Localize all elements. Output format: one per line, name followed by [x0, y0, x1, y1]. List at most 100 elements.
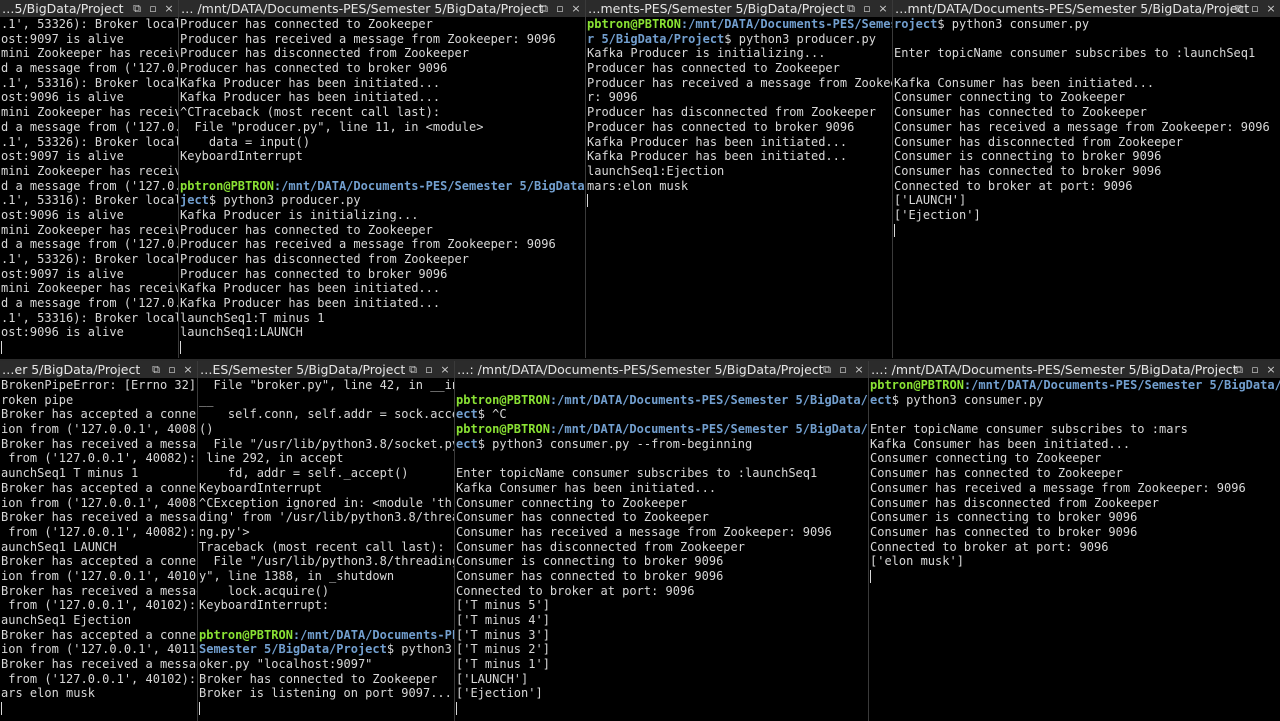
terminal-line: Semester 5/BigData/Project$ python3 br — [199, 642, 454, 657]
close-icon[interactable]: × — [181, 361, 195, 378]
restore-icon[interactable]: ⧉ — [406, 361, 420, 378]
terminal-line: Broker has accepted a connect — [1, 407, 197, 422]
pane-divider[interactable] — [454, 361, 455, 721]
output-text: d a message from ('127.0.0 — [1, 178, 178, 193]
restore-icon[interactable]: ⧉ — [130, 0, 144, 17]
output-text: Producer has connected to broker 9096 — [180, 266, 448, 281]
close-icon[interactable]: × — [569, 0, 583, 17]
terminal-line: ['T minus 1'] — [456, 657, 868, 672]
pane-divider[interactable] — [868, 361, 869, 721]
terminal-pane-broker-bottom[interactable]: …er 5/BigData/Project ⧉ ▫ × BrokenPipeError:… — [0, 361, 197, 721]
cursor-line — [870, 569, 1280, 584]
pane-divider[interactable] — [892, 0, 893, 358]
pane-divider[interactable] — [197, 361, 198, 721]
terminal-line: Producer has received a message from Zoo… — [587, 76, 892, 91]
terminal-line: ject$ python3 producer.py — [180, 193, 585, 208]
restore-icon[interactable]: ⧉ — [820, 361, 834, 378]
close-icon[interactable]: × — [876, 0, 890, 17]
terminal-output[interactable]: .1', 53326): Broker localh ost:9097 is al… — [0, 17, 178, 358]
pane-titlebar[interactable]: …er 5/BigData/Project ⧉ ▫ × — [0, 361, 197, 378]
prompt-path: Semester 5/BigData/Project — [199, 642, 387, 657]
terminal-line: r 5/BigData/Project$ python3 producer.py — [587, 32, 892, 47]
terminal-output[interactable]: roject$ python3 consumer.py Enter topicNa… — [893, 17, 1280, 358]
maximize-icon[interactable]: ▫ — [146, 0, 160, 17]
terminal-line: lock.acquire() — [199, 584, 454, 599]
pane-divider[interactable] — [585, 0, 586, 358]
terminal-pane-broker-top[interactable]: …5/BigData/Project ⧉ ▫ × .1', 53326): Broker… — [0, 0, 178, 358]
close-icon[interactable]: × — [1264, 0, 1278, 17]
restore-icon[interactable]: ⧉ — [1232, 361, 1246, 378]
terminal-output[interactable]: File "broker.py", line 42, in __init __ s… — [198, 378, 454, 721]
output-text: Consumer has disconnected from Zookeeper — [894, 134, 1183, 149]
pane-divider[interactable] — [178, 0, 179, 358]
terminal-line: .1', 53316): Broker localh — [1, 193, 178, 208]
terminal-line: mini Zookeeper has receive — [1, 105, 178, 120]
restore-icon[interactable]: ⧉ — [149, 361, 163, 378]
output-text: __ — [199, 392, 214, 407]
maximize-icon[interactable]: ▫ — [553, 0, 567, 17]
terminal-line: ^CException ignored in: <module 'threa — [199, 496, 454, 511]
terminal-pane-producer2-top[interactable]: …ments-PES/Semester 5/BigData/Project ⧉ ▫ ×… — [586, 0, 892, 358]
restore-icon[interactable]: ⧉ — [844, 0, 858, 17]
output-text: Consumer has disconnected from Zookeeper — [870, 495, 1159, 510]
maximize-icon[interactable]: ▫ — [165, 361, 179, 378]
terminal-line: Producer has connected to broker 9096 — [180, 267, 585, 282]
cursor-line — [456, 701, 868, 716]
prompt-user: pbtron@PBTRON — [456, 422, 550, 437]
terminal-output[interactable]: pbtron@PBTRON:/mnt/DATA/Documents-PES/Se… — [586, 17, 892, 358]
terminal-pane-consumer3-bottom[interactable]: …: /mnt/DATA/Documents-PES/Semester 5/Bi… — [869, 361, 1280, 721]
output-text: ost:9096 is alive — [1, 90, 124, 105]
pane-titlebar[interactable]: …ments-PES/Semester 5/BigData/Project ⧉ ▫ × — [586, 0, 892, 17]
pane-titlebar[interactable]: …5/BigData/Project ⧉ ▫ × — [0, 0, 178, 17]
terminal-line: roject$ python3 consumer.py — [894, 17, 1280, 32]
terminal-output[interactable]: pbtron@PBTRON:/mnt/DATA/Documents-PES/Se… — [869, 378, 1280, 721]
close-icon[interactable]: × — [162, 0, 176, 17]
terminal-line: self.conn, self.addr = sock.accept — [199, 407, 454, 422]
close-icon[interactable]: × — [852, 361, 866, 378]
maximize-icon[interactable]: ▫ — [1248, 361, 1262, 378]
terminal-pane-consumer-top[interactable]: …mnt/DATA/Documents-PES/Semester 5/BigDa… — [893, 0, 1280, 358]
prompt-path: :/mnt/DATA/Documents-PES/Semester 5/BigD… — [549, 392, 868, 407]
terminal-output[interactable]: pbtron@PBTRON :/mnt/DATA/Documents-PES/Se… — [455, 378, 868, 721]
maximize-icon[interactable]: ▫ — [836, 361, 850, 378]
maximize-icon[interactable]: ▫ — [422, 361, 436, 378]
output-text: mini Zookeeper has receive — [1, 105, 178, 120]
cursor-line — [199, 701, 454, 716]
terminal-output[interactable]: Producer has connected to Zookeeper Produ… — [179, 17, 585, 358]
terminal-output[interactable]: BrokenPipeError: [Errno 32] Broken pipe B… — [0, 378, 197, 721]
terminal-line: d a message from ('127.0.0 — [1, 179, 178, 194]
output-text: Enter topicName consumer subscribes to :… — [894, 46, 1256, 61]
terminal-pane-broker2-bottom[interactable]: …ES/Semester 5/BigData/Project ⧉ ▫ × File "… — [198, 361, 454, 721]
output-text: .1', 53326): Broker localh — [1, 252, 178, 266]
terminal-line: Broker is listening on port 9097... — [199, 686, 454, 701]
pane-titlebar[interactable]: …: /mnt/DATA/Documents-PES/Semester 5/Bi… — [455, 361, 868, 378]
pane-divider-horizontal[interactable] — [0, 359, 1280, 361]
pane-titlebar[interactable]: …: /mnt/DATA/Documents-PES/Semester 5/Bi… — [869, 361, 1280, 378]
output-text: d a message from ('127.0.0 — [1, 296, 178, 311]
output-text: Kafka Producer has been initiated... — [180, 75, 441, 90]
terminal-pane-consumer2-bottom[interactable]: …: /mnt/DATA/Documents-PES/Semester 5/Bi… — [455, 361, 868, 721]
pane-titlebar[interactable]: … /mnt/DATA/Documents-PES/Semester 5/Big… — [179, 0, 585, 17]
terminal-line: Broker has received a message — [1, 657, 197, 672]
output-text: Consumer has connected to broker 9096 — [870, 524, 1138, 539]
terminal-pane-producer-top[interactable]: … /mnt/DATA/Documents-PES/Semester 5/Big… — [179, 0, 585, 358]
restore-icon[interactable]: ⧉ — [1232, 0, 1246, 17]
terminal-line: Consumer has connected to Zookeeper — [870, 466, 1280, 481]
terminal-line: Producer has disconnected from Zookeeper — [180, 252, 585, 267]
terminal-line: Kafka Producer has been initiated... — [587, 135, 892, 150]
prompt-path: ect — [456, 436, 478, 451]
output-text: y", line 1388, in _shutdown — [199, 568, 395, 583]
output-text: Broker has received a message — [1, 583, 197, 598]
output-text: KeyboardInterrupt — [199, 480, 322, 495]
close-icon[interactable]: × — [438, 361, 452, 378]
maximize-icon[interactable]: ▫ — [860, 0, 874, 17]
maximize-icon[interactable]: ▫ — [1248, 0, 1262, 17]
pane-titlebar[interactable]: …mnt/DATA/Documents-PES/Semester 5/BigDa… — [893, 0, 1280, 17]
output-text: Consumer has received a message from Zoo… — [870, 480, 1246, 495]
terminal-line: ding' from '/usr/lib/python3.8/threadi — [199, 510, 454, 525]
close-icon[interactable]: × — [1264, 361, 1278, 378]
restore-icon[interactable]: ⧉ — [537, 0, 551, 17]
pane-titlebar[interactable]: …ES/Semester 5/BigData/Project ⧉ ▫ × — [198, 361, 454, 378]
